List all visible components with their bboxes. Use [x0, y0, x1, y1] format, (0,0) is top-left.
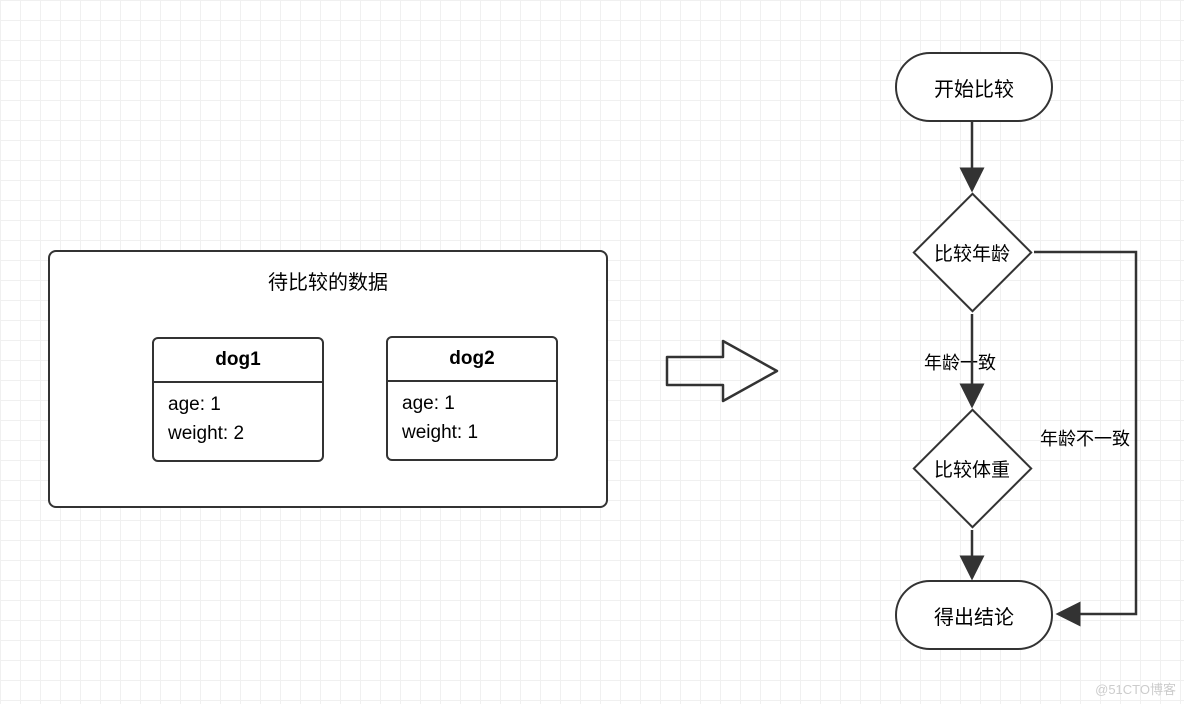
card-dog2-body: age: 1 weight: 1 — [388, 382, 556, 459]
data-panel: 待比较的数据 dog1 age: 1 weight: 2 dog2 age: 1… — [48, 250, 608, 508]
card-dog1-body: age: 1 weight: 2 — [154, 383, 322, 460]
big-arrow-icon — [665, 335, 785, 407]
flow-start-text: 开始比较 — [934, 73, 1014, 102]
card-dog1-line-weight: weight: 2 — [168, 420, 308, 449]
watermark: @51CTO博客 — [1095, 679, 1176, 698]
flow-end-text: 得出结论 — [934, 601, 1014, 630]
card-dog1-line-age: age: 1 — [168, 391, 308, 420]
card-dog2-line-weight: weight: 1 — [402, 419, 542, 448]
flow-end: 得出结论 — [895, 580, 1053, 650]
flow-decision-weight: 比较体重 — [912, 408, 1032, 528]
flow-decision-age-text: 比较年龄 — [934, 239, 1010, 266]
edge-label-same-age: 年龄一致 — [924, 349, 996, 375]
card-dog2-header: dog2 — [388, 338, 556, 382]
flow-decision-weight-text: 比较体重 — [934, 455, 1010, 482]
card-dog1: dog1 age: 1 weight: 2 — [152, 337, 324, 462]
card-dog2: dog2 age: 1 weight: 1 — [386, 336, 558, 461]
edge-label-diff-age: 年龄不一致 — [1040, 425, 1130, 451]
flow-decision-age: 比较年龄 — [912, 192, 1032, 312]
flow-start: 开始比较 — [895, 52, 1053, 122]
card-dog2-line-age: age: 1 — [402, 390, 542, 419]
card-dog1-header: dog1 — [154, 339, 322, 383]
panel-title: 待比较的数据 — [50, 266, 606, 295]
